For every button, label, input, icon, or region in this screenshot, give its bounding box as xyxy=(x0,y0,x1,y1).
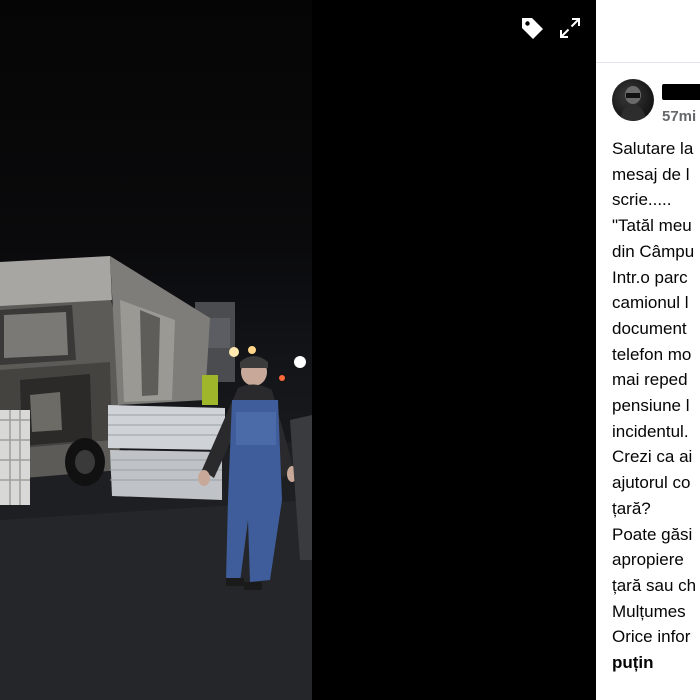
photo-viewer xyxy=(0,0,596,700)
post-text-line: Orice infor xyxy=(612,627,691,647)
post-text-line: mesaj de l xyxy=(612,164,690,184)
post-text-line: camionul l xyxy=(612,293,689,313)
post-text-line: "Tatăl meu xyxy=(612,216,692,236)
post-text-line: ajutorul co xyxy=(612,473,691,493)
post-text-line: Crezi ca ai xyxy=(612,447,693,467)
post-text-line: telefon mo xyxy=(612,344,692,364)
post-text-line: incidentul. xyxy=(612,421,689,441)
post-text-line: Poate găsi xyxy=(612,524,693,544)
post-text-line: mai reped xyxy=(612,370,688,390)
panel-header xyxy=(596,0,700,63)
author-name[interactable] xyxy=(662,84,700,100)
post-text-line: țară sau ch xyxy=(612,575,697,595)
post-text-line: din Câmpu xyxy=(612,241,695,261)
post-side-panel: 57mi Salutare la mesaj de l scrie..... "Tat… xyxy=(596,0,700,700)
post-text-line: Intr.o parc xyxy=(612,267,688,287)
post-text-line: Salutare la xyxy=(612,139,694,158)
photo-scene xyxy=(0,256,312,700)
avatar[interactable] xyxy=(612,79,654,121)
post-text-line: document xyxy=(612,318,687,338)
post-text-line: apropiere xyxy=(612,550,684,570)
expand-icon[interactable] xyxy=(556,14,584,42)
tag-icon[interactable] xyxy=(518,14,546,42)
post-text-line: puțin xyxy=(612,653,654,673)
post-photo[interactable] xyxy=(0,0,312,700)
post-text-line: pensiune l xyxy=(612,396,690,416)
post-text-line: țară? xyxy=(612,498,651,518)
post-text: Salutare la mesaj de l scrie..... "Tatăl me… xyxy=(612,136,700,676)
post-text-line: scrie..... xyxy=(612,190,672,210)
post-timestamp[interactable]: 57mi xyxy=(662,108,696,125)
post-text-line: Mulțumes xyxy=(612,601,686,621)
